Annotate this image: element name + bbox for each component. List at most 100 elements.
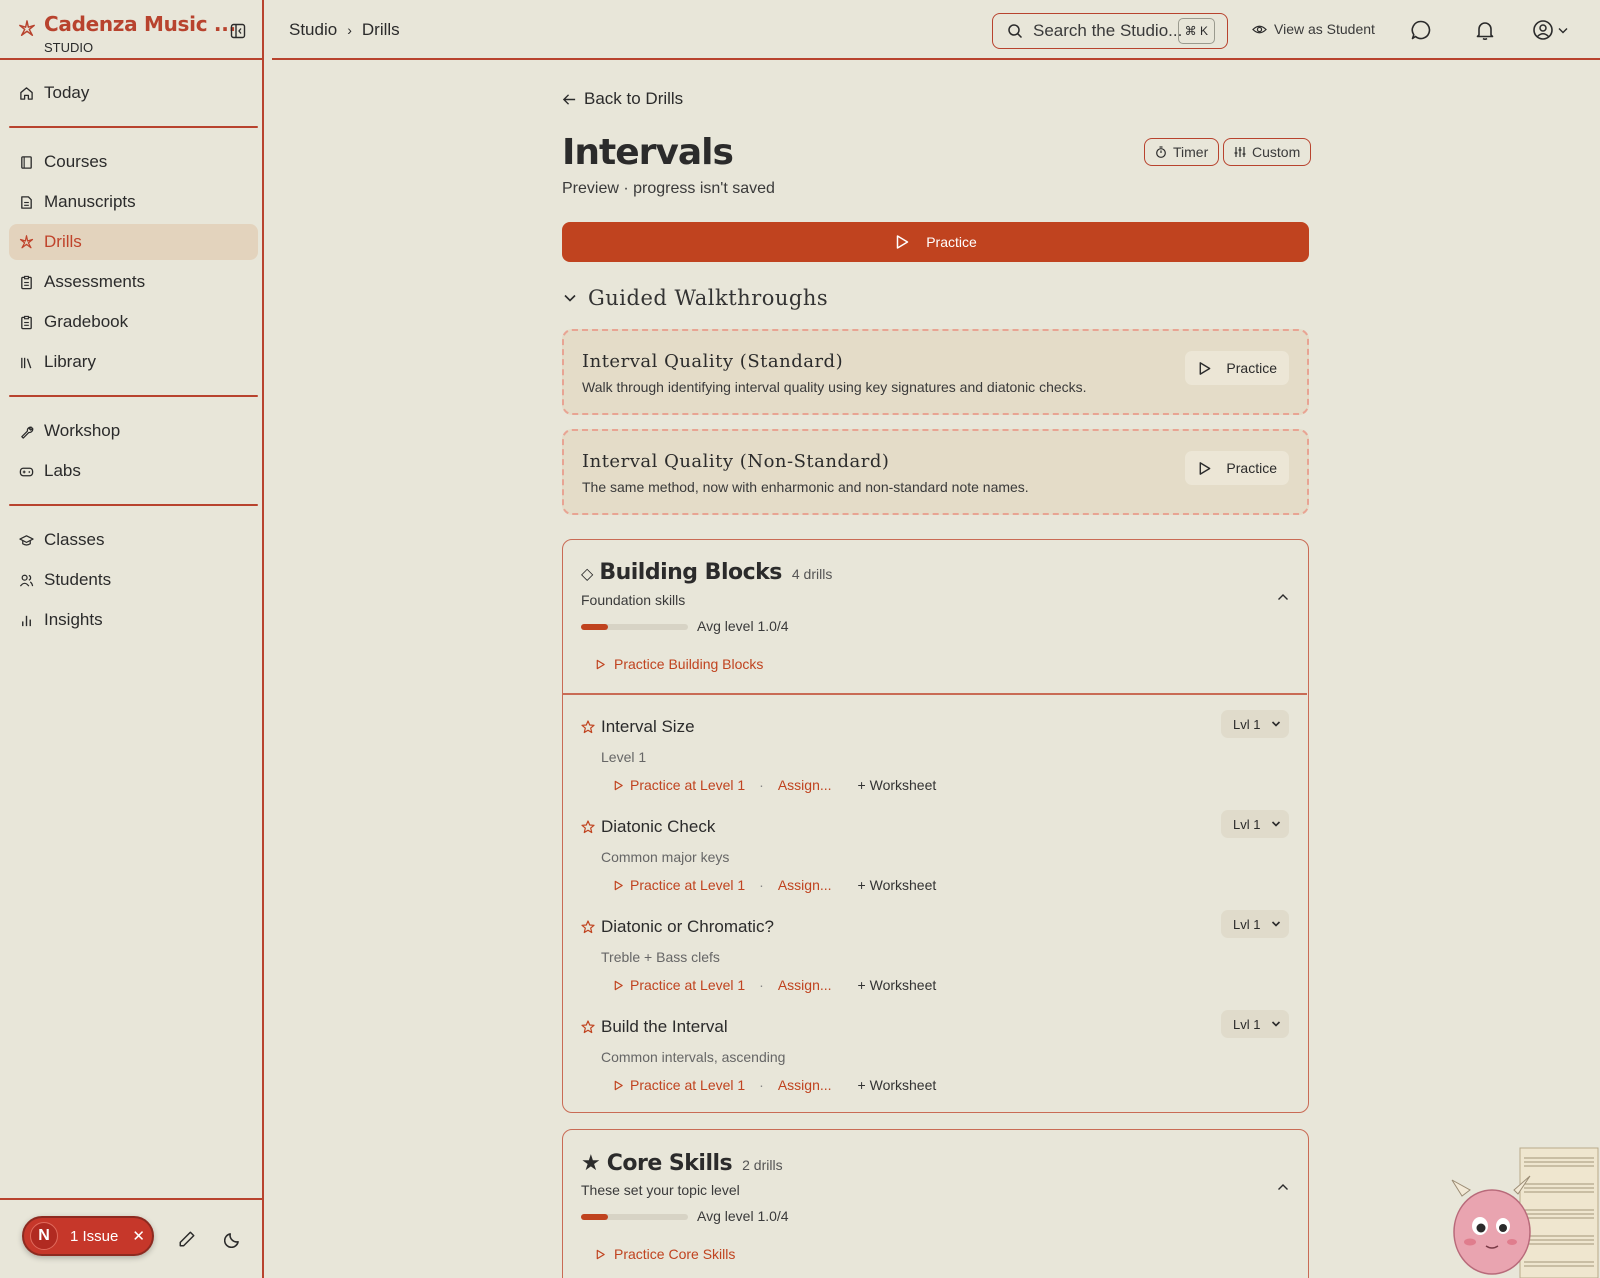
users-icon <box>19 574 34 587</box>
document-icon <box>21 195 32 209</box>
star-icon[interactable] <box>581 920 595 934</box>
sidebar-item-manuscripts[interactable]: Manuscripts <box>9 184 258 220</box>
chevron-up-icon[interactable] <box>1276 1180 1290 1194</box>
sidebar-item-today[interactable]: Today <box>9 75 258 111</box>
sidebar-divider <box>9 395 258 397</box>
search-input[interactable]: Search the Studio... ⌘ K <box>992 13 1228 49</box>
clipboard-icon <box>21 315 32 329</box>
chat-icon[interactable] <box>1410 19 1432 41</box>
custom-button[interactable]: Custom <box>1223 138 1312 166</box>
sidebar: Cadenza Music ... STUDIO Today Courses M… <box>0 0 264 1278</box>
sidebar-item-label: Gradebook <box>44 312 129 331</box>
play-icon <box>1200 361 1211 375</box>
drill-desc: Treble + Bass clefs <box>601 949 720 965</box>
practice-label: Practice <box>926 234 977 250</box>
section-divider <box>563 693 1307 695</box>
walkthrough-practice-button[interactable]: Practice <box>1185 351 1289 385</box>
assign-link[interactable]: Assign... <box>778 1077 832 1093</box>
practice-at-level-label: Practice at Level 1 <box>630 977 746 993</box>
practice-section-link[interactable]: Practice Building Blocks <box>595 656 763 672</box>
practice-at-level-link[interactable]: Practice at Level 1 <box>613 777 745 793</box>
bell-icon[interactable] <box>1474 19 1496 41</box>
section-core-skills: ★ Core Skills 2 drills These set your to… <box>562 1129 1309 1278</box>
drill-actions: Practice at Level 1 · Assign... + Worksh… <box>613 877 936 893</box>
section-name: Core Skills <box>606 1151 733 1176</box>
timer-button[interactable]: Timer <box>1144 138 1220 166</box>
practice-at-level-label: Practice at Level 1 <box>630 1077 746 1093</box>
search-shortcut: ⌘ K <box>1177 18 1215 44</box>
practice-section-link[interactable]: Practice Core Skills <box>595 1246 735 1262</box>
issue-badge[interactable]: N 1 Issue ✕ <box>22 1216 154 1256</box>
level-progress-fill <box>581 624 608 630</box>
assign-link[interactable]: Assign... <box>778 977 832 993</box>
section-building-blocks: ◇ Building Blocks 4 drills Foundation sk… <box>562 539 1309 1113</box>
level-value: Lvl 1 <box>1233 716 1261 732</box>
close-icon[interactable]: ✕ <box>132 1227 145 1245</box>
level-progress-fill <box>581 1214 608 1220</box>
sidebar-item-workshop[interactable]: Workshop <box>9 413 258 449</box>
add-worksheet-link[interactable]: + Worksheet <box>858 777 937 793</box>
bar-chart-icon <box>22 615 31 626</box>
back-to-drills-link[interactable]: Back to Drills <box>562 89 683 109</box>
star-icon[interactable] <box>581 820 595 834</box>
drill-name: Build the Interval <box>601 1017 728 1036</box>
sidebar-divider <box>9 504 258 506</box>
sidebar-item-courses[interactable]: Courses <box>9 144 258 180</box>
assign-link[interactable]: Assign... <box>778 877 832 893</box>
view-as-student-button[interactable]: View as Student <box>1252 21 1375 37</box>
section-subtitle: These set your topic level <box>581 1182 740 1198</box>
sidebar-item-labs[interactable]: Labs <box>9 453 258 489</box>
sidebar-item-label: Library <box>44 352 96 371</box>
add-worksheet-link[interactable]: + Worksheet <box>858 877 937 893</box>
account-icon[interactable] <box>1532 19 1554 41</box>
eye-icon <box>1252 25 1267 33</box>
sidebar-item-library[interactable]: Library <box>9 344 258 380</box>
moon-icon[interactable] <box>224 1230 242 1248</box>
play-icon <box>614 780 623 790</box>
add-worksheet-link[interactable]: + Worksheet <box>858 977 937 993</box>
chevron-down-icon[interactable] <box>1558 27 1568 35</box>
level-select[interactable]: Lvl 1 <box>1221 810 1289 838</box>
search-placeholder: Search the Studio... <box>1033 21 1183 40</box>
sidebar-item-label: Students <box>44 570 112 589</box>
sidebar-item-gradebook[interactable]: Gradebook <box>9 304 258 340</box>
walkthrough-title: Interval Quality (Non-Standard) <box>582 451 890 472</box>
breadcrumb-drills[interactable]: Drills <box>362 20 400 40</box>
sidebar-divider <box>9 126 258 128</box>
level-select[interactable]: Lvl 1 <box>1221 1010 1289 1038</box>
breadcrumb-studio[interactable]: Studio <box>289 20 337 40</box>
practice-button[interactable]: Practice <box>562 222 1309 262</box>
sidebar-item-students[interactable]: Students <box>9 562 258 598</box>
sidebar-item-classes[interactable]: Classes <box>9 522 258 558</box>
avg-level: Avg level 1.0/4 <box>697 1208 789 1224</box>
walkthrough-desc: The same method, now with enharmonic and… <box>582 479 1029 495</box>
practice-at-level-link[interactable]: Practice at Level 1 <box>613 877 745 893</box>
walkthrough-practice-label: Practice <box>1226 460 1277 476</box>
walkthrough-practice-button[interactable]: Practice <box>1185 451 1289 485</box>
sidebar-collapse-icon[interactable] <box>230 23 246 39</box>
practice-at-level-link[interactable]: Practice at Level 1 <box>613 977 745 993</box>
assign-link[interactable]: Assign... <box>778 777 832 793</box>
brand[interactable]: Cadenza Music ... STUDIO <box>18 10 258 58</box>
arrow-left-icon <box>562 93 576 105</box>
book-icon <box>21 155 32 169</box>
chevron-up-icon[interactable] <box>1276 590 1290 604</box>
star-icon[interactable] <box>581 1020 595 1034</box>
sidebar-item-insights[interactable]: Insights <box>9 602 258 638</box>
practice-at-level-link[interactable]: Practice at Level 1 <box>613 1077 745 1093</box>
sidebar-divider <box>0 1198 264 1200</box>
drill-actions: Practice at Level 1 · Assign... + Worksh… <box>613 777 936 793</box>
pencil-icon[interactable] <box>178 1230 196 1248</box>
separator-dot: · <box>759 877 764 893</box>
sidebar-item-assessments[interactable]: Assessments <box>9 264 258 300</box>
guided-walkthroughs-toggle[interactable]: Guided Walkthroughs <box>562 286 828 310</box>
walkthrough-card: Interval Quality (Standard) Walk through… <box>562 329 1309 415</box>
level-select[interactable]: Lvl 1 <box>1221 710 1289 738</box>
sidebar-item-drills[interactable]: Drills <box>9 224 258 260</box>
add-worksheet-link[interactable]: + Worksheet <box>858 1077 937 1093</box>
avg-level: Avg level 1.0/4 <box>697 618 789 634</box>
chevron-down-icon <box>564 294 576 302</box>
level-select[interactable]: Lvl 1 <box>1221 910 1289 938</box>
star-icon[interactable] <box>581 720 595 734</box>
sidebar-item-label: Today <box>44 83 90 102</box>
